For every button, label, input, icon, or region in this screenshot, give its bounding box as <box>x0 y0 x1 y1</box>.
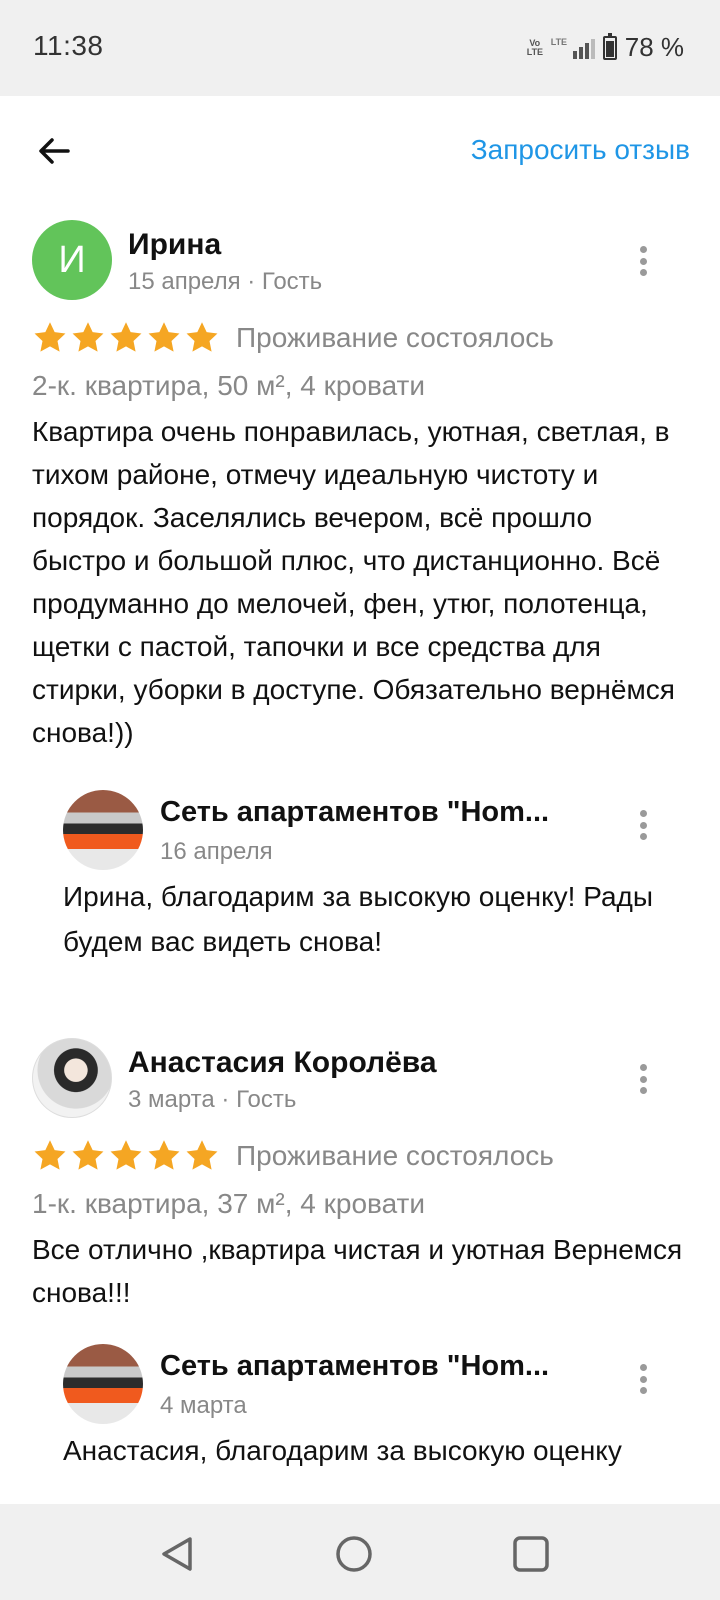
review-text: Все отлично ,квартира чистая и уютная Ве… <box>32 1234 683 1308</box>
star-icon <box>186 322 218 352</box>
reply-text: Анастасия, благодарим за высокую оценку <box>63 1435 622 1466</box>
reply-text: Ирина, благодарим за высокую оценку! Рад… <box>63 881 653 957</box>
star-icon <box>110 322 142 352</box>
more-vertical-icon[interactable] <box>638 810 648 840</box>
review-meta: 15 апреля · Гость <box>128 268 323 295</box>
star-icon <box>72 322 104 352</box>
star-icon <box>148 1140 180 1170</box>
triangle-back-icon[interactable] <box>158 1534 198 1574</box>
request-review-link[interactable]: Запросить отзыв <box>471 134 690 166</box>
status-bar: 11:38 Vo LTE LTE 78 % <box>0 0 720 96</box>
more-vertical-icon[interactable] <box>638 1364 648 1394</box>
more-vertical-icon[interactable] <box>638 1064 648 1094</box>
status-time: 11:38 <box>33 30 104 61</box>
star-rating <box>32 320 222 356</box>
star-icon <box>34 322 66 352</box>
reply-date: 16 апреля <box>160 838 273 865</box>
review-author: Ирина <box>128 228 222 261</box>
volte-icon: Vo LTE <box>526 37 544 57</box>
stay-status: Проживание состоялось <box>236 1140 554 1171</box>
review-meta: 3 марта · Гость <box>128 1086 297 1113</box>
reply-author: Сеть апартаментов "Hom... <box>160 796 550 828</box>
more-vertical-icon[interactable] <box>638 246 648 276</box>
star-icon <box>186 1140 218 1170</box>
apartment-info: 2-к. квартира, 50 м², 4 кровати <box>32 370 425 401</box>
network-label: LTE <box>550 36 568 47</box>
rating-row: Проживание состоялось <box>32 1138 554 1174</box>
star-icon <box>34 1140 66 1170</box>
reply-date: 4 марта <box>160 1392 247 1419</box>
arrow-left-icon[interactable] <box>34 131 74 171</box>
star-icon <box>72 1140 104 1170</box>
battery-icon <box>602 32 617 60</box>
square-recents-icon[interactable] <box>511 1534 551 1574</box>
review-text: Квартира очень понравилась, уютная, свет… <box>32 416 675 748</box>
app-header: Запросить отзыв <box>0 96 720 206</box>
star-icon <box>110 1140 142 1170</box>
signal-icon: LTE <box>551 37 595 59</box>
avatar: И <box>32 220 112 300</box>
star-rating <box>32 1138 222 1174</box>
system-nav-bar <box>0 1504 720 1600</box>
status-indicators: Vo LTE LTE 78 % <box>527 32 684 63</box>
battery-percent: 78 % <box>624 32 684 62</box>
apartment-info: 1-к. квартира, 37 м², 4 кровати <box>32 1188 425 1219</box>
reply-author: Сеть апартаментов "Hom... <box>160 1350 550 1382</box>
host-avatar <box>63 790 143 870</box>
host-avatar <box>63 1344 143 1424</box>
circle-home-icon[interactable] <box>334 1534 374 1574</box>
avatar <box>32 1038 112 1118</box>
review-author: Анастасия Королёва <box>128 1046 437 1079</box>
rating-row: Проживание состоялось <box>32 320 554 356</box>
star-icon <box>148 322 180 352</box>
stay-status: Проживание состоялось <box>236 322 554 353</box>
